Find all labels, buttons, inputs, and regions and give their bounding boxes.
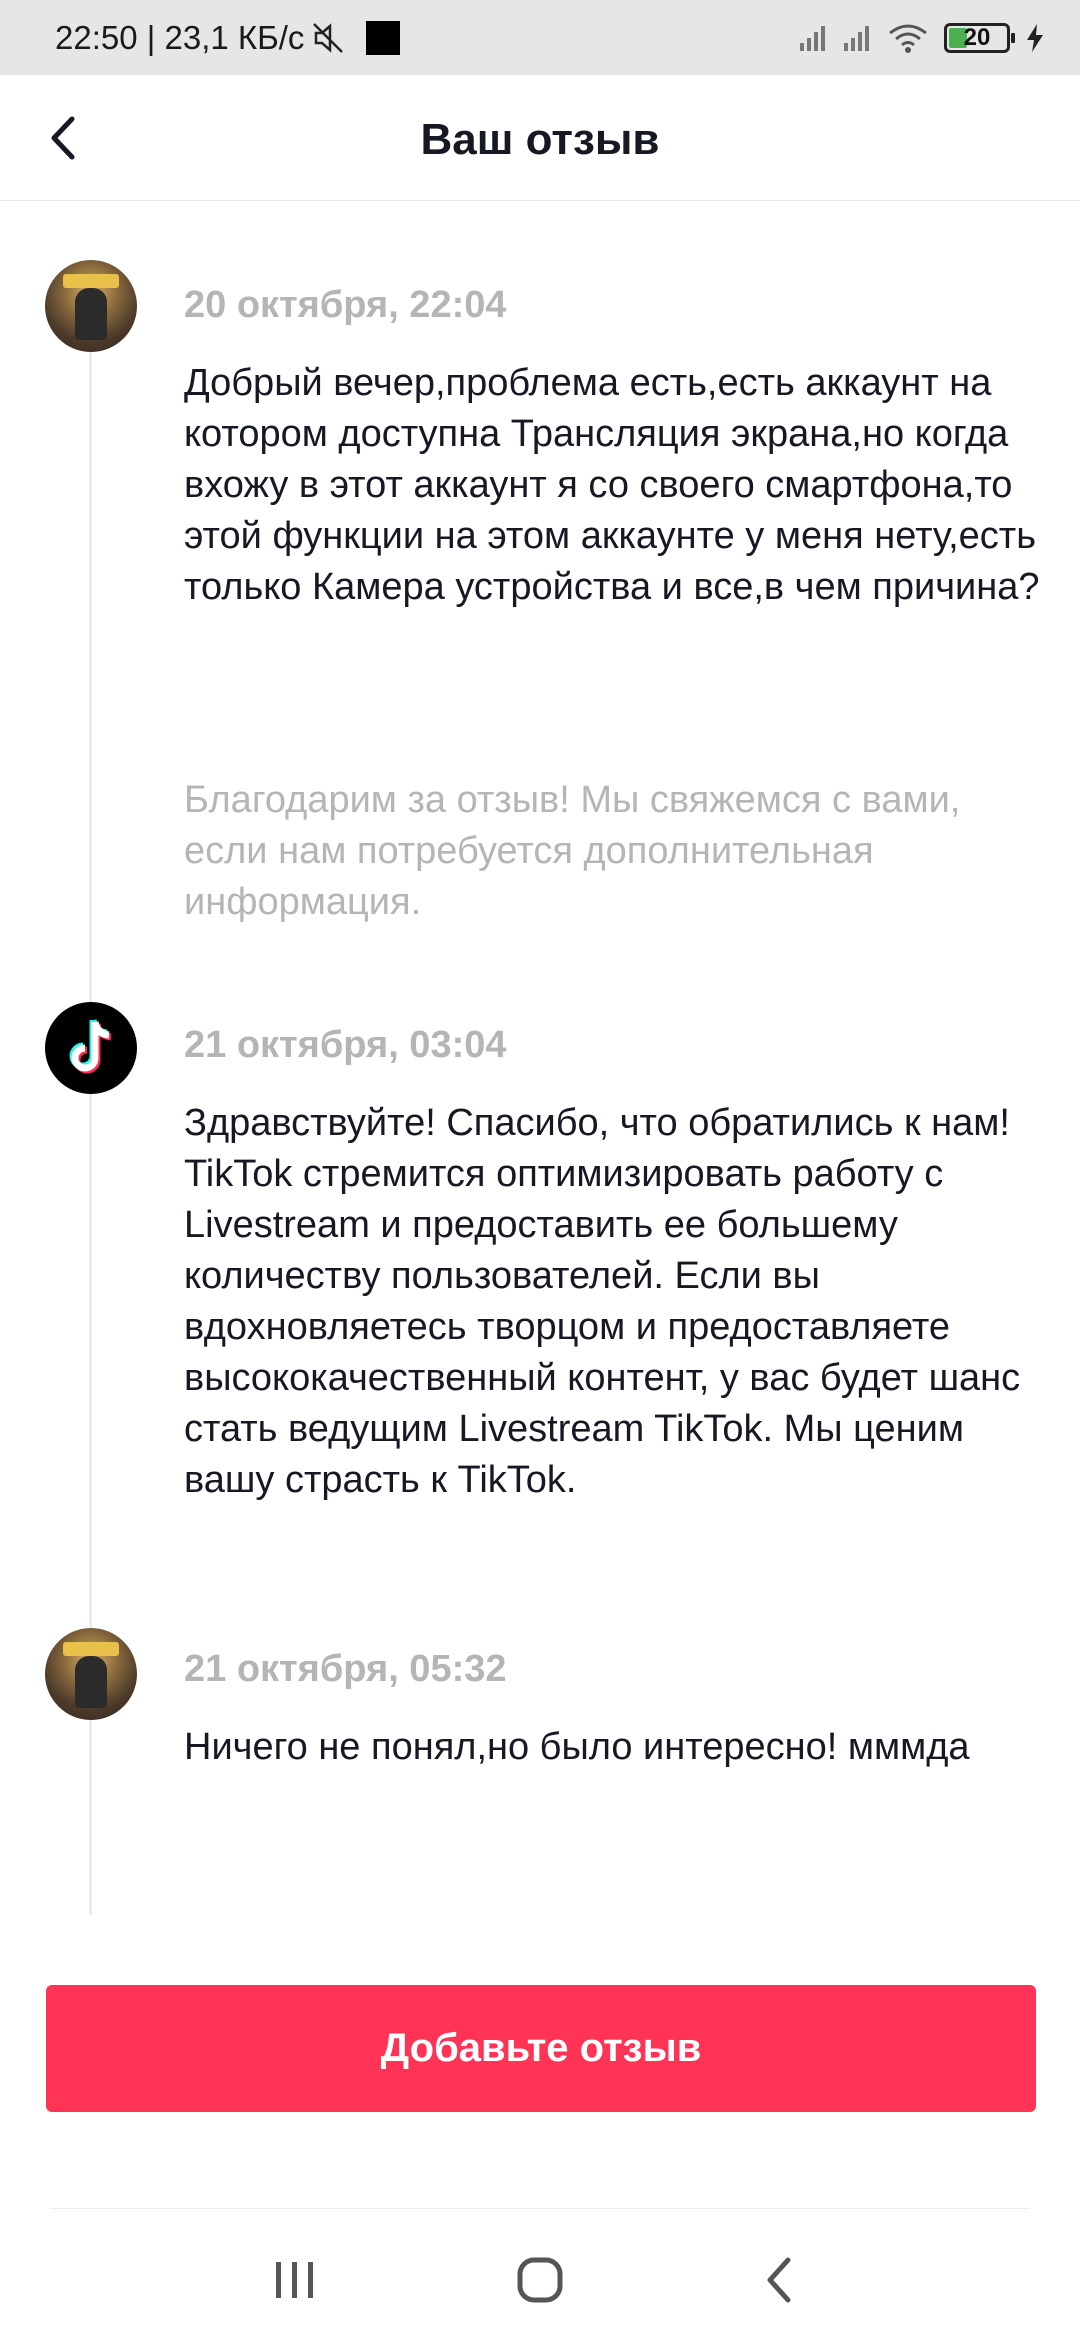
- message-text: Добрый вечер,проблема есть,есть аккаунт …: [184, 362, 1040, 608]
- add-feedback-button[interactable]: Добавьте отзыв: [46, 1985, 1036, 2112]
- message-text: Ничего не понял,но было интересно! мммда: [184, 1726, 970, 1768]
- user-avatar[interactable]: [45, 260, 137, 352]
- system-nav-bar: [0, 2210, 1080, 2340]
- recent-apps-button[interactable]: [260, 2245, 330, 2315]
- wifi-icon: [889, 24, 927, 53]
- signal-icon-2: [844, 25, 869, 51]
- charging-icon: [1027, 23, 1043, 52]
- nav-back-button[interactable]: [745, 2245, 815, 2315]
- status-right: 20: [798, 0, 1046, 75]
- recent-apps-icon: [276, 2262, 313, 2298]
- battery-level: 20: [963, 23, 991, 51]
- message-date: 21 октября, 03:04: [184, 1024, 507, 1066]
- status-left: 22:50 | 23,1 КБ/с: [55, 0, 401, 75]
- battery-icon: 20: [944, 22, 1015, 53]
- app-header: Ваш отзыв: [0, 75, 1080, 201]
- signal-icon-1: [800, 25, 825, 51]
- home-icon: [517, 2257, 563, 2303]
- page-title: Ваш отзыв: [420, 115, 660, 164]
- tiktok-avatar: [45, 1002, 137, 1094]
- notification-square-icon: [366, 20, 401, 55]
- message-text: Здравствуйте! Спасибо, что обратились к …: [184, 1102, 1021, 1501]
- message-date: 20 октября, 22:04: [184, 284, 507, 326]
- nav-back-icon: [767, 2257, 791, 2303]
- mute-icon: [313, 22, 344, 53]
- home-button[interactable]: [505, 2245, 575, 2315]
- message-date: 21 октября, 05:32: [184, 1648, 507, 1690]
- divider: [50, 2208, 1030, 2209]
- status-time-speed: 22:50 | 23,1 КБ/с: [55, 18, 305, 56]
- status-bar: 22:50 | 23,1 КБ/с 20: [0, 0, 1080, 75]
- user-avatar[interactable]: [45, 1628, 137, 1720]
- tiktok-logo-icon: [69, 1019, 112, 1074]
- auto-reply-note: Благодарим за отзыв! Мы свяжемся с вами,…: [184, 779, 961, 923]
